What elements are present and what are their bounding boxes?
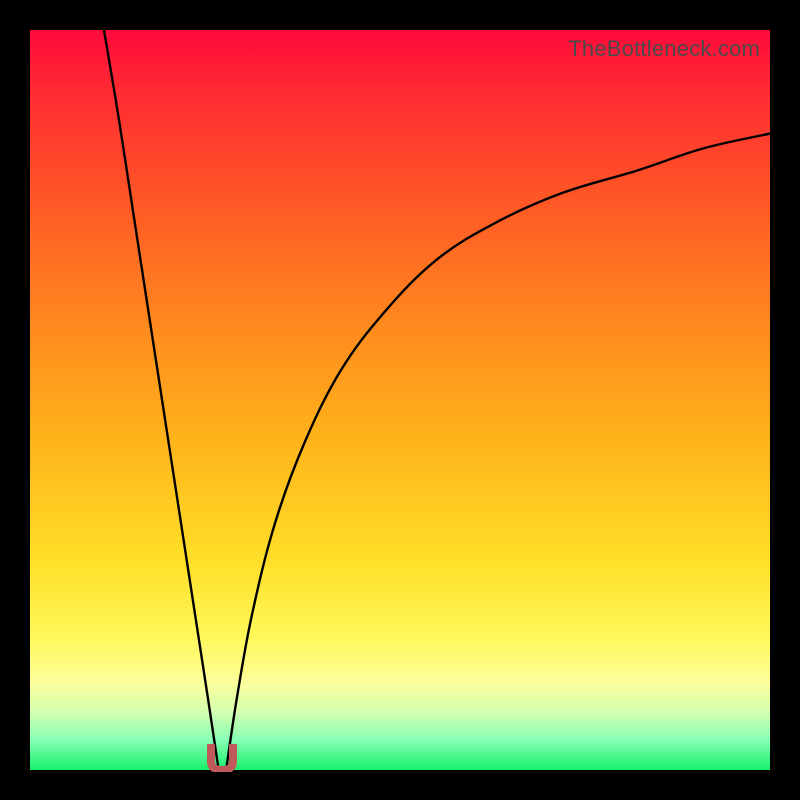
- plot-area: TheBottleneck.com: [30, 30, 770, 770]
- curve-right-branch: [226, 134, 770, 770]
- curve-left-branch: [104, 30, 219, 770]
- curve-layer: [30, 30, 770, 770]
